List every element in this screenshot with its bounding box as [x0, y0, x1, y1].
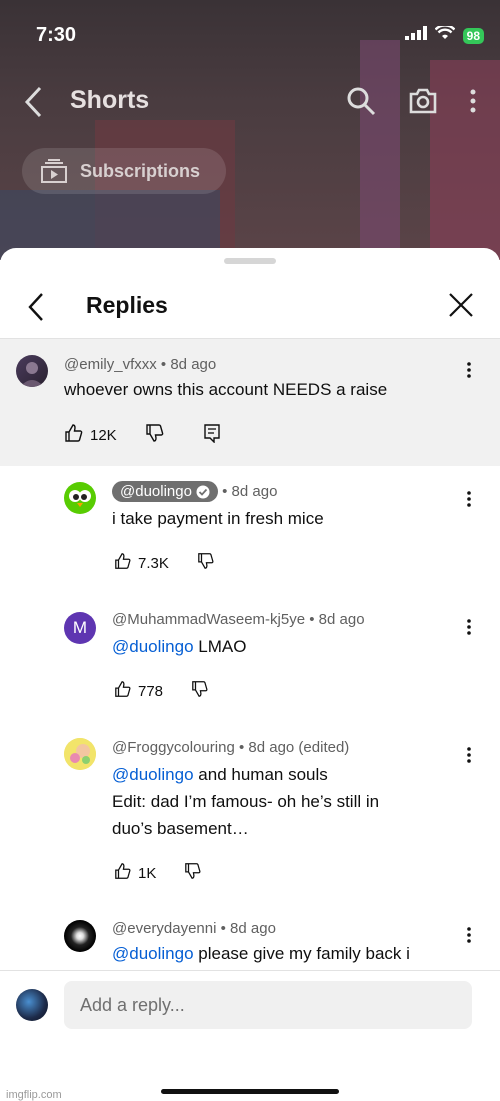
search-icon[interactable] [346, 86, 376, 121]
watermark: imgflip.com [6, 1089, 62, 1101]
avatar[interactable]: M [64, 612, 96, 644]
like-count: 778 [138, 682, 164, 700]
status-bar: 7:30 98 [0, 0, 500, 70]
reply-actions: 7.3K [114, 552, 215, 574]
reply-text: @duolingo LMAO [112, 637, 247, 656]
comment-age: 8d ago [170, 356, 217, 373]
comment-text: whoever owns this account NEEDS a raise [64, 380, 388, 399]
subscriptions-button[interactable]: Subscriptions [22, 148, 226, 194]
reply-text: i take payment in fresh mice [112, 509, 324, 528]
sheet-header: Replies [0, 278, 500, 339]
comment-actions: 12K [64, 423, 221, 447]
dislike-icon[interactable] [197, 552, 215, 574]
back-arrow-icon[interactable] [26, 291, 46, 328]
reply-input[interactable] [64, 981, 472, 1029]
reply-item: M @MuhammadWaseem-kj5ye • 8d ago @duolin… [0, 594, 500, 718]
page-title: Shorts [70, 86, 150, 114]
reply-handle[interactable]: @Froggycolouring [112, 739, 235, 756]
home-indicator[interactable] [161, 1089, 339, 1094]
reply-actions: 778 [114, 680, 209, 702]
subscriptions-label: Subscriptions [80, 160, 201, 181]
wifi-icon [434, 24, 456, 45]
like-icon[interactable] [114, 862, 132, 884]
more-options-icon[interactable] [470, 89, 476, 118]
verified-icon [196, 485, 210, 498]
reply-handle[interactable]: @everydayenni [112, 920, 216, 937]
status-time: 7:30 [36, 24, 77, 46]
reply-item: @everydayenni • 8d ago @duolingo please … [0, 908, 500, 970]
duolingo-avatar[interactable] [64, 482, 96, 514]
comment-menu-icon[interactable] [466, 618, 472, 641]
reply-text: @duolingo please give my family back i [112, 944, 410, 963]
like-icon[interactable] [114, 552, 132, 574]
reply-text: @duolingo and human souls Edit: dad I’m … [112, 765, 380, 838]
dislike-icon[interactable] [145, 423, 165, 447]
reply-icon[interactable] [203, 423, 221, 447]
parent-comment: @emily_vfxxx • 8d ago whoever owns this … [0, 339, 500, 466]
like-icon[interactable] [64, 423, 84, 447]
reply-handle[interactable]: @MuhammadWaseem-kj5ye [112, 611, 305, 628]
avatar[interactable] [64, 920, 96, 952]
dislike-icon[interactable] [191, 680, 209, 702]
avatar[interactable] [16, 355, 48, 387]
signal-icon [404, 26, 427, 45]
comment-menu-icon[interactable] [466, 490, 472, 513]
mention-link[interactable]: @duolingo [112, 765, 194, 784]
reply-actions: 1K [114, 862, 202, 884]
reply-item: @Froggycolouring • 8d ago (edited) @duol… [0, 722, 500, 902]
comment-menu-icon[interactable] [466, 361, 472, 384]
reply-age: 8d ago [318, 611, 365, 628]
subscriptions-icon [41, 159, 67, 183]
close-icon[interactable] [448, 292, 474, 323]
camera-icon[interactable] [408, 87, 438, 120]
mention-link[interactable]: @duolingo [112, 944, 194, 963]
comment-menu-icon[interactable] [466, 746, 472, 769]
avatar[interactable] [64, 738, 96, 770]
reply-age: 8d ago (edited) [248, 739, 350, 756]
reply-age: 8d ago [231, 483, 278, 500]
comment-handle[interactable]: @emily_vfxxx [64, 356, 157, 373]
like-icon[interactable] [114, 680, 132, 702]
like-count: 7.3K [138, 554, 169, 572]
battery-icon: 98 [462, 27, 484, 44]
comment-menu-icon[interactable] [466, 926, 472, 949]
drag-handle[interactable] [224, 258, 276, 264]
reply-item: @duolingo • 8d ago i take payment in fre… [0, 466, 500, 590]
reply-handle: @duolingo [120, 483, 192, 500]
sheet-title: Replies [86, 292, 168, 318]
mention-link[interactable]: @duolingo [112, 637, 194, 656]
like-count: 1K [138, 864, 157, 882]
like-count: 12K [90, 426, 117, 444]
creator-handle-chip[interactable]: @duolingo [112, 481, 218, 502]
reply-age: 8d ago [230, 920, 276, 937]
user-avatar[interactable] [16, 989, 48, 1021]
back-arrow-icon[interactable] [22, 84, 46, 125]
replies-sheet: Replies @emily_vfxxx • 8d ago whoever ow… [0, 248, 500, 1082]
reply-composer: imgflip.com [0, 970, 500, 1101]
dislike-icon[interactable] [184, 862, 202, 884]
shorts-topbar: Shorts [0, 82, 500, 122]
